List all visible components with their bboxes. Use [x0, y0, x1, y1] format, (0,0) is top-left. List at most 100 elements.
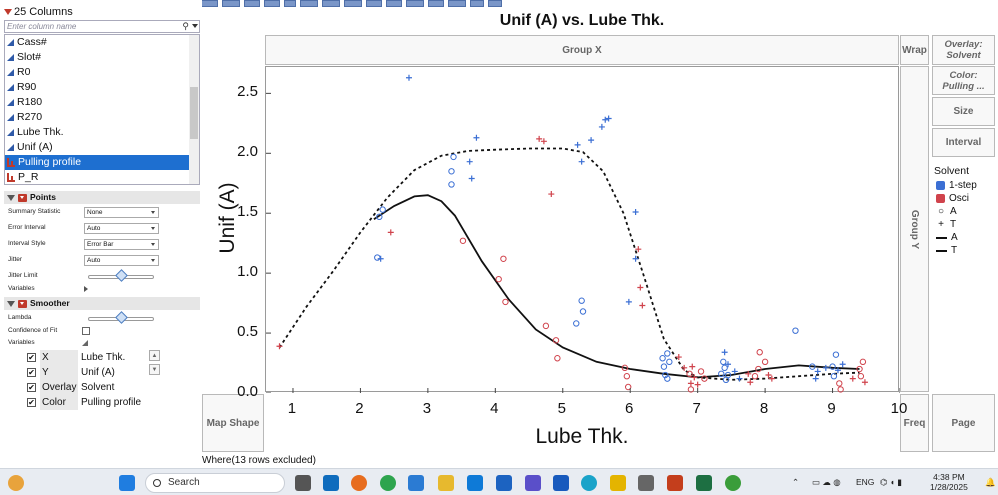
app-icon[interactable] [638, 475, 654, 491]
jitter-limit-slider[interactable] [88, 269, 154, 282]
data-point-plus[interactable] [387, 229, 394, 236]
word-icon[interactable] [553, 475, 569, 491]
data-point-circle[interactable] [659, 355, 666, 362]
data-point-circle[interactable] [697, 368, 705, 375]
edge-icon[interactable] [581, 475, 597, 491]
jitter-select[interactable]: Auto [84, 255, 159, 266]
data-point-plus[interactable] [822, 364, 829, 371]
data-point-plus[interactable] [839, 361, 846, 368]
red-triangle-menu-icon[interactable] [18, 299, 27, 308]
data-point-plus[interactable] [588, 137, 595, 144]
data-point-plus[interactable] [637, 284, 644, 291]
summary-statistic-select[interactable]: None [84, 207, 159, 218]
smoother-a-line[interactable] [373, 194, 860, 379]
data-point-plus[interactable] [632, 209, 639, 216]
caption-box-icon[interactable] [470, 0, 484, 7]
data-point-circle[interactable] [761, 358, 769, 366]
chrome-icon[interactable] [725, 475, 741, 491]
move-up-icon[interactable]: ▲ [149, 350, 160, 361]
data-point-circle[interactable] [751, 373, 759, 380]
role-checkbox[interactable]: ✔ [27, 368, 36, 377]
notifications-icon[interactable]: 🔔 [985, 477, 996, 488]
data-point-circle[interactable] [542, 322, 550, 330]
legend-item[interactable]: A [934, 231, 977, 244]
data-point-circle[interactable] [721, 364, 728, 372]
taskbar-clock[interactable]: 4:38 PM 1/28/2025 [930, 472, 968, 492]
size-drop-zone[interactable]: Size [932, 97, 995, 126]
data-point-plus[interactable] [548, 191, 555, 198]
data-point-plus[interactable] [405, 74, 412, 81]
column-item[interactable]: R270 [5, 110, 199, 125]
data-point-circle[interactable] [857, 373, 865, 380]
app-icon[interactable] [496, 475, 512, 491]
role-checkbox[interactable]: ✔ [27, 383, 36, 392]
start-windows-icon[interactable] [119, 475, 135, 491]
search-icon[interactable]: ⚲ [182, 21, 189, 32]
search-options-dropdown-icon[interactable] [192, 24, 198, 28]
variables-collapse-icon[interactable] [82, 340, 88, 346]
column-item[interactable]: R90 [5, 80, 199, 95]
ellipse-graph-icon[interactable] [264, 0, 280, 7]
data-point-plus[interactable] [598, 123, 605, 130]
lambda-slider[interactable] [88, 311, 154, 324]
data-point-circle[interactable] [450, 153, 457, 161]
folder-icon[interactable] [610, 475, 626, 491]
color-drop-zone[interactable]: Color: Pulling ... [932, 66, 995, 95]
data-point-plus[interactable] [721, 349, 728, 356]
role-checkbox[interactable]: ✔ [27, 398, 36, 407]
data-point-circle[interactable] [500, 255, 507, 262]
points-graph-icon[interactable] [200, 0, 218, 7]
legend-item[interactable]: ○ A [934, 205, 977, 218]
data-point-plus[interactable] [849, 375, 856, 382]
data-point-circle[interactable] [830, 373, 838, 380]
column-list-scrollbar[interactable] [189, 35, 199, 184]
slider-knob[interactable] [115, 311, 128, 324]
treemap-icon[interactable] [448, 0, 466, 7]
data-point-circle[interactable] [379, 206, 386, 213]
variables-expand-icon[interactable] [84, 286, 88, 292]
graph-title[interactable]: Unif (A) vs. Lube Thk. [265, 12, 899, 30]
data-point-circle[interactable] [660, 363, 668, 370]
taskbar-search-box[interactable]: Search [145, 473, 285, 493]
column-item[interactable]: Pulling profile [5, 155, 199, 170]
column-item[interactable]: Unif (A) [5, 140, 199, 155]
points-section-header[interactable]: Points [4, 191, 200, 204]
data-point-circle[interactable] [554, 355, 561, 362]
data-point-plus[interactable] [468, 175, 475, 182]
app-icon[interactable] [467, 475, 483, 491]
interval-style-select[interactable]: Error Bar [84, 239, 159, 250]
red-triangle-menu-icon[interactable] [18, 193, 27, 202]
data-point-plus[interactable] [639, 302, 646, 309]
data-point-circle[interactable] [579, 308, 587, 315]
bar-graph-icon[interactable] [344, 0, 362, 7]
collapse-icon[interactable] [7, 194, 15, 201]
data-point-circle[interactable] [448, 181, 455, 188]
legend[interactable]: Solvent 1-step Osci ○ A + T A T [934, 165, 977, 257]
data-point-plus[interactable] [625, 298, 632, 305]
data-point-plus[interactable] [747, 379, 754, 386]
app-icon[interactable] [408, 475, 424, 491]
error-interval-select[interactable]: Auto [84, 223, 159, 234]
firefox-icon[interactable] [351, 475, 367, 491]
smoother-section-header[interactable]: Smoother [4, 297, 200, 310]
histogram-icon[interactable] [366, 0, 382, 7]
collapse-icon[interactable] [7, 300, 15, 307]
area-graph-icon[interactable] [322, 0, 340, 7]
data-point-plus[interactable] [473, 134, 480, 141]
move-down-icon[interactable]: ▼ [149, 364, 160, 375]
data-point-circle[interactable] [573, 320, 580, 327]
column-item[interactable]: Lube Thk. [5, 125, 199, 140]
role-checkbox[interactable]: ✔ [27, 353, 36, 362]
data-point-plus[interactable] [768, 375, 775, 382]
column-search-input[interactable]: Enter column name ⚲ [4, 20, 200, 33]
map-shape-drop-zone[interactable]: Map Shape [202, 394, 264, 452]
group-y-drop-zone[interactable]: Group Y [900, 66, 929, 392]
formula-icon[interactable] [488, 0, 502, 7]
data-point-plus[interactable] [812, 375, 819, 382]
smoother-graph-icon[interactable] [222, 0, 240, 7]
data-point-plus[interactable] [578, 158, 585, 165]
column-list[interactable]: Cass# Slot# R0 R90 R180 R270 Lube Thk. Unif (A)… [4, 34, 200, 185]
legend-item[interactable]: + T [934, 218, 977, 231]
column-item[interactable]: Slot# [5, 50, 199, 65]
data-point-plus[interactable] [689, 363, 696, 370]
